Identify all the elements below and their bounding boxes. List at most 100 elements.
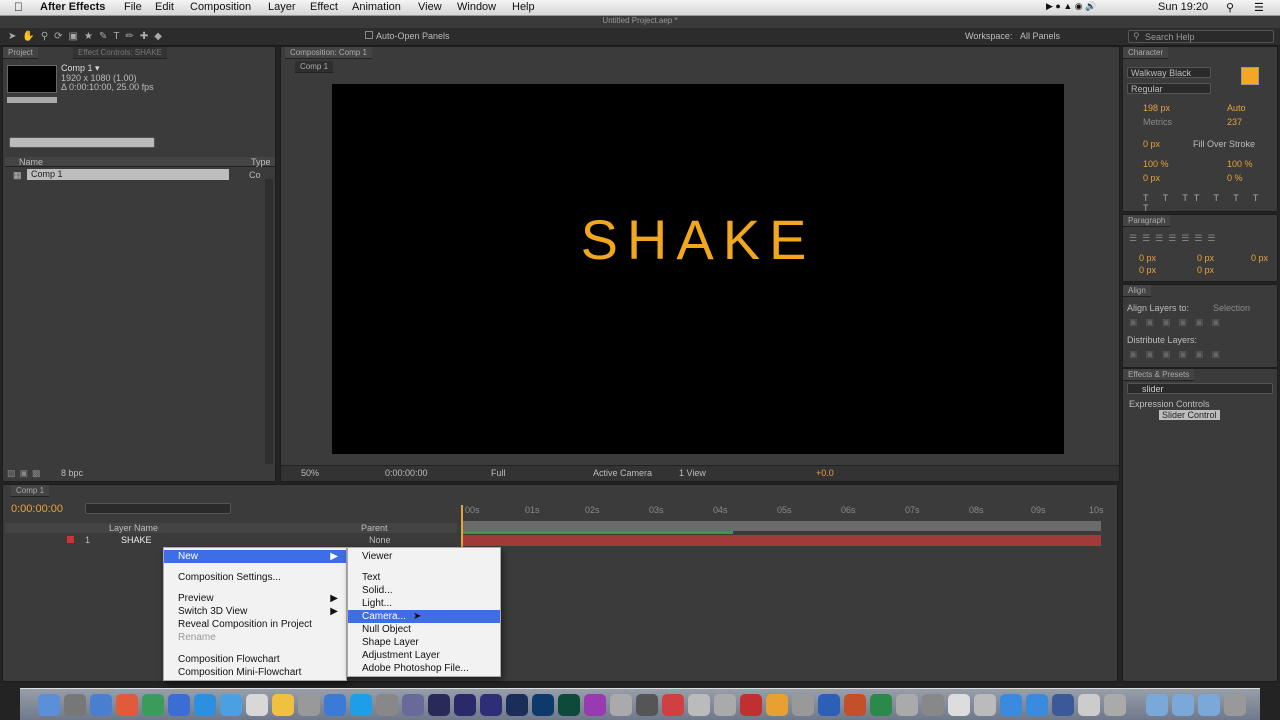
tool-icons[interactable]: ➤✋⚲⟳▣★✎T✏✚◆ bbox=[8, 31, 168, 42]
style-select[interactable]: Regular bbox=[1127, 83, 1211, 94]
app-icon[interactable] bbox=[974, 694, 996, 716]
comp-canvas[interactable]: SHAKE bbox=[332, 84, 1064, 454]
premiere-icon[interactable] bbox=[506, 694, 528, 716]
exposure-value[interactable]: +0.0 bbox=[816, 468, 834, 478]
folder-icon[interactable] bbox=[1198, 694, 1220, 716]
facebook-icon[interactable] bbox=[1052, 694, 1074, 716]
submenu-item-viewer[interactable]: Viewer bbox=[348, 550, 500, 563]
app-icon[interactable] bbox=[662, 694, 684, 716]
spotlight-icon[interactable]: ⚲ bbox=[1226, 1, 1234, 14]
auto-open-checkbox[interactable] bbox=[365, 31, 373, 39]
project-search-input[interactable] bbox=[9, 137, 155, 148]
menu-file[interactable]: File bbox=[124, 1, 142, 13]
submenu-item-photoshop-file[interactable]: Adobe Photoshop File... bbox=[348, 662, 500, 675]
tab-effects-presets[interactable]: Effects & Presets bbox=[1123, 369, 1195, 381]
align-buttons[interactable]: ▣▣▣▣▣▣ bbox=[1129, 317, 1228, 328]
resolution-select[interactable]: Full bbox=[491, 468, 506, 478]
app-icon[interactable] bbox=[1104, 694, 1126, 716]
submenu-item-text[interactable]: Text bbox=[348, 571, 500, 584]
leading[interactable]: Auto bbox=[1227, 103, 1246, 113]
trash-icon[interactable] bbox=[1224, 694, 1246, 716]
category-expression-controls[interactable]: Expression Controls bbox=[1129, 399, 1210, 409]
stroke-width[interactable]: 0 px bbox=[1143, 139, 1160, 149]
label-color[interactable] bbox=[67, 536, 74, 543]
after-effects-icon[interactable] bbox=[480, 694, 502, 716]
audition-icon[interactable] bbox=[558, 694, 580, 716]
launchpad-icon[interactable] bbox=[64, 694, 86, 716]
font-size[interactable]: 198 px bbox=[1143, 103, 1170, 113]
indent-right[interactable]: 0 px bbox=[1251, 253, 1268, 263]
app-icon[interactable] bbox=[246, 694, 268, 716]
app-icon[interactable] bbox=[1078, 694, 1100, 716]
app-icon[interactable] bbox=[142, 694, 164, 716]
app-icon[interactable] bbox=[272, 694, 294, 716]
menu-item-composition-flowchart[interactable]: Composition Flowchart bbox=[164, 653, 346, 666]
chrome-icon[interactable] bbox=[194, 694, 216, 716]
powerpoint-icon[interactable] bbox=[844, 694, 866, 716]
menu-item-composition-settings[interactable]: Composition Settings... bbox=[164, 571, 346, 584]
col-type[interactable]: Type bbox=[251, 157, 271, 167]
tab-project[interactable]: Project bbox=[3, 47, 38, 59]
excel-icon[interactable] bbox=[870, 694, 892, 716]
project-item-row[interactable]: ▦ Comp 1 Co bbox=[5, 169, 267, 181]
app-icon[interactable] bbox=[896, 694, 918, 716]
app-icon[interactable] bbox=[376, 694, 398, 716]
list-icon[interactable]: ☰ bbox=[1254, 1, 1264, 14]
tracking[interactable]: 237 bbox=[1227, 117, 1242, 127]
app-icon[interactable] bbox=[636, 694, 658, 716]
views-select[interactable]: 1 View bbox=[679, 468, 706, 478]
menu-item-new[interactable]: New ▶ bbox=[164, 550, 346, 563]
current-time-indicator[interactable] bbox=[461, 505, 463, 549]
tab-composition[interactable]: Composition: Comp 1 bbox=[285, 47, 372, 59]
menu-window[interactable]: Window bbox=[457, 1, 496, 13]
zoom-select[interactable]: 50% bbox=[301, 468, 319, 478]
search-help-input[interactable]: ⚲ Search Help bbox=[1128, 30, 1274, 43]
submenu-item-shape-layer[interactable]: Shape Layer bbox=[348, 636, 500, 649]
time-ruler[interactable]: 00s 01s 02s 03s 04s 05s 06s 07s 08s 09s … bbox=[461, 503, 1104, 517]
menu-layer[interactable]: Layer bbox=[268, 1, 296, 13]
tab-timeline-comp[interactable]: Comp 1 bbox=[11, 485, 50, 497]
apple-icon[interactable]:  bbox=[14, 0, 23, 14]
app-icon[interactable] bbox=[220, 694, 242, 716]
folder-icon[interactable] bbox=[1146, 694, 1168, 716]
kerning[interactable]: Metrics bbox=[1143, 117, 1172, 127]
skype-icon[interactable] bbox=[350, 694, 372, 716]
tab-align[interactable]: Align bbox=[1123, 285, 1151, 297]
menu-composition[interactable]: Composition bbox=[190, 1, 251, 13]
tsume[interactable]: 0 % bbox=[1227, 173, 1243, 183]
safari-icon[interactable] bbox=[90, 694, 112, 716]
baseline-shift[interactable]: 0 px bbox=[1143, 173, 1160, 183]
menu-effect[interactable]: Effect bbox=[310, 1, 338, 13]
submenu-item-adjustment-layer[interactable]: Adjustment Layer bbox=[348, 649, 500, 662]
twitter-icon[interactable] bbox=[1026, 694, 1048, 716]
menu-item-reveal-composition[interactable]: Reveal Composition in Project bbox=[164, 618, 346, 631]
submenu-item-null-object[interactable]: Null Object bbox=[348, 623, 500, 636]
word-icon[interactable] bbox=[818, 694, 840, 716]
app-icon[interactable] bbox=[402, 694, 424, 716]
submenu-item-solid[interactable]: Solid... bbox=[348, 584, 500, 597]
paragraph-align-buttons[interactable]: ☰☰☰☰☰☰☰ bbox=[1129, 233, 1220, 244]
tab-character[interactable]: Character bbox=[1123, 47, 1169, 59]
app-icon[interactable] bbox=[714, 694, 736, 716]
project-scrollbar[interactable] bbox=[265, 179, 273, 464]
font-select[interactable]: Walkway Black bbox=[1127, 67, 1211, 78]
timeline-search-input[interactable] bbox=[85, 503, 231, 514]
indent-first[interactable]: 0 px bbox=[1197, 253, 1214, 263]
col-layer-name[interactable]: Layer Name bbox=[109, 523, 158, 533]
work-area-bar[interactable] bbox=[461, 521, 1101, 531]
effects-search-input[interactable]: slider bbox=[1127, 383, 1273, 394]
submenu-item-light[interactable]: Light... bbox=[348, 597, 500, 610]
menu-item-composition-mini-flowchart[interactable]: Composition Mini-Flowchart bbox=[164, 666, 346, 679]
layer-name[interactable]: SHAKE bbox=[121, 535, 152, 545]
horizontal-scale[interactable]: 100 % bbox=[1227, 159, 1253, 169]
app-menu[interactable]: After Effects bbox=[40, 1, 105, 13]
folder-icon[interactable] bbox=[1172, 694, 1194, 716]
finder-icon[interactable] bbox=[38, 694, 60, 716]
app-icon[interactable] bbox=[298, 694, 320, 716]
app-icon[interactable] bbox=[324, 694, 346, 716]
subtab-comp[interactable]: Comp 1 bbox=[295, 61, 334, 73]
effect-slider-control[interactable]: Slider Control bbox=[1159, 410, 1220, 420]
camera-select[interactable]: Active Camera bbox=[593, 468, 652, 478]
tab-paragraph[interactable]: Paragraph bbox=[1123, 215, 1171, 227]
vertical-scale[interactable]: 100 % bbox=[1143, 159, 1169, 169]
